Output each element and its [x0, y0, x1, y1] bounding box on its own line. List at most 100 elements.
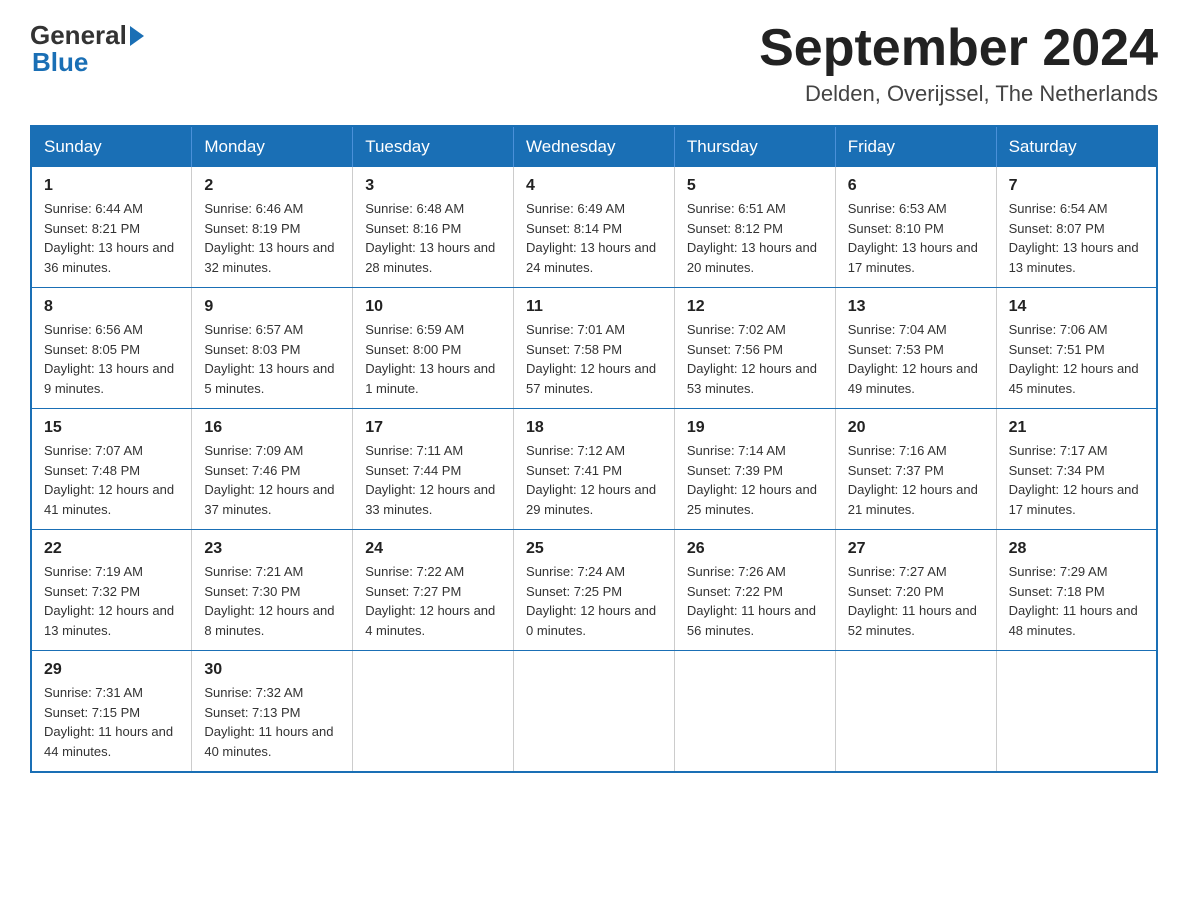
day-number: 26 [687, 540, 823, 558]
calendar-cell: 14 Sunrise: 7:06 AM Sunset: 7:51 PM Dayl… [996, 288, 1157, 409]
calendar-cell: 12 Sunrise: 7:02 AM Sunset: 7:56 PM Dayl… [674, 288, 835, 409]
day-info: Sunrise: 6:56 AM Sunset: 8:05 PM Dayligh… [44, 320, 179, 398]
calendar-week-row: 22 Sunrise: 7:19 AM Sunset: 7:32 PM Dayl… [31, 530, 1157, 651]
calendar-week-row: 29 Sunrise: 7:31 AM Sunset: 7:15 PM Dayl… [31, 651, 1157, 773]
day-number: 21 [1009, 419, 1144, 437]
day-info: Sunrise: 6:44 AM Sunset: 8:21 PM Dayligh… [44, 199, 179, 277]
calendar-cell: 28 Sunrise: 7:29 AM Sunset: 7:18 PM Dayl… [996, 530, 1157, 651]
column-header-sunday: Sunday [31, 126, 192, 167]
calendar-cell: 2 Sunrise: 6:46 AM Sunset: 8:19 PM Dayli… [192, 167, 353, 288]
calendar-cell: 4 Sunrise: 6:49 AM Sunset: 8:14 PM Dayli… [514, 167, 675, 288]
calendar-cell: 6 Sunrise: 6:53 AM Sunset: 8:10 PM Dayli… [835, 167, 996, 288]
column-header-tuesday: Tuesday [353, 126, 514, 167]
day-number: 18 [526, 419, 662, 437]
day-number: 9 [204, 298, 340, 316]
day-number: 4 [526, 177, 662, 195]
calendar-week-row: 8 Sunrise: 6:56 AM Sunset: 8:05 PM Dayli… [31, 288, 1157, 409]
day-number: 24 [365, 540, 501, 558]
calendar-cell: 3 Sunrise: 6:48 AM Sunset: 8:16 PM Dayli… [353, 167, 514, 288]
day-info: Sunrise: 7:19 AM Sunset: 7:32 PM Dayligh… [44, 562, 179, 640]
calendar-week-row: 1 Sunrise: 6:44 AM Sunset: 8:21 PM Dayli… [31, 167, 1157, 288]
calendar-header-row: SundayMondayTuesdayWednesdayThursdayFrid… [31, 126, 1157, 167]
calendar-cell: 13 Sunrise: 7:04 AM Sunset: 7:53 PM Dayl… [835, 288, 996, 409]
day-number: 17 [365, 419, 501, 437]
day-number: 15 [44, 419, 179, 437]
calendar-cell: 11 Sunrise: 7:01 AM Sunset: 7:58 PM Dayl… [514, 288, 675, 409]
day-number: 14 [1009, 298, 1144, 316]
calendar-cell [514, 651, 675, 773]
calendar-cell: 27 Sunrise: 7:27 AM Sunset: 7:20 PM Dayl… [835, 530, 996, 651]
day-number: 11 [526, 298, 662, 316]
day-info: Sunrise: 7:01 AM Sunset: 7:58 PM Dayligh… [526, 320, 662, 398]
day-info: Sunrise: 6:59 AM Sunset: 8:00 PM Dayligh… [365, 320, 501, 398]
day-number: 6 [848, 177, 984, 195]
calendar-cell: 30 Sunrise: 7:32 AM Sunset: 7:13 PM Dayl… [192, 651, 353, 773]
day-number: 10 [365, 298, 501, 316]
logo-blue-text: Blue [32, 47, 88, 77]
day-info: Sunrise: 7:09 AM Sunset: 7:46 PM Dayligh… [204, 441, 340, 519]
calendar-table: SundayMondayTuesdayWednesdayThursdayFrid… [30, 125, 1158, 773]
day-number: 20 [848, 419, 984, 437]
column-header-thursday: Thursday [674, 126, 835, 167]
day-info: Sunrise: 7:29 AM Sunset: 7:18 PM Dayligh… [1009, 562, 1144, 640]
calendar-title: September 2024 [759, 20, 1158, 77]
column-header-monday: Monday [192, 126, 353, 167]
day-info: Sunrise: 7:16 AM Sunset: 7:37 PM Dayligh… [848, 441, 984, 519]
calendar-cell: 18 Sunrise: 7:12 AM Sunset: 7:41 PM Dayl… [514, 409, 675, 530]
day-info: Sunrise: 7:26 AM Sunset: 7:22 PM Dayligh… [687, 562, 823, 640]
day-number: 27 [848, 540, 984, 558]
day-info: Sunrise: 7:31 AM Sunset: 7:15 PM Dayligh… [44, 683, 179, 761]
day-info: Sunrise: 6:48 AM Sunset: 8:16 PM Dayligh… [365, 199, 501, 277]
day-number: 3 [365, 177, 501, 195]
day-number: 5 [687, 177, 823, 195]
logo-triangle-icon [130, 26, 144, 46]
calendar-cell: 29 Sunrise: 7:31 AM Sunset: 7:15 PM Dayl… [31, 651, 192, 773]
day-info: Sunrise: 6:53 AM Sunset: 8:10 PM Dayligh… [848, 199, 984, 277]
day-number: 22 [44, 540, 179, 558]
day-number: 16 [204, 419, 340, 437]
calendar-cell: 16 Sunrise: 7:09 AM Sunset: 7:46 PM Dayl… [192, 409, 353, 530]
calendar-cell: 17 Sunrise: 7:11 AM Sunset: 7:44 PM Dayl… [353, 409, 514, 530]
day-info: Sunrise: 7:07 AM Sunset: 7:48 PM Dayligh… [44, 441, 179, 519]
day-info: Sunrise: 7:11 AM Sunset: 7:44 PM Dayligh… [365, 441, 501, 519]
calendar-cell: 10 Sunrise: 6:59 AM Sunset: 8:00 PM Dayl… [353, 288, 514, 409]
calendar-cell: 19 Sunrise: 7:14 AM Sunset: 7:39 PM Dayl… [674, 409, 835, 530]
column-header-saturday: Saturday [996, 126, 1157, 167]
calendar-cell: 20 Sunrise: 7:16 AM Sunset: 7:37 PM Dayl… [835, 409, 996, 530]
day-info: Sunrise: 7:06 AM Sunset: 7:51 PM Dayligh… [1009, 320, 1144, 398]
day-number: 8 [44, 298, 179, 316]
day-number: 13 [848, 298, 984, 316]
calendar-week-row: 15 Sunrise: 7:07 AM Sunset: 7:48 PM Dayl… [31, 409, 1157, 530]
calendar-cell [996, 651, 1157, 773]
calendar-cell: 24 Sunrise: 7:22 AM Sunset: 7:27 PM Dayl… [353, 530, 514, 651]
calendar-cell: 15 Sunrise: 7:07 AM Sunset: 7:48 PM Dayl… [31, 409, 192, 530]
day-info: Sunrise: 7:04 AM Sunset: 7:53 PM Dayligh… [848, 320, 984, 398]
day-info: Sunrise: 7:17 AM Sunset: 7:34 PM Dayligh… [1009, 441, 1144, 519]
column-header-friday: Friday [835, 126, 996, 167]
day-info: Sunrise: 6:51 AM Sunset: 8:12 PM Dayligh… [687, 199, 823, 277]
day-number: 1 [44, 177, 179, 195]
day-info: Sunrise: 7:27 AM Sunset: 7:20 PM Dayligh… [848, 562, 984, 640]
day-number: 19 [687, 419, 823, 437]
day-info: Sunrise: 7:12 AM Sunset: 7:41 PM Dayligh… [526, 441, 662, 519]
day-info: Sunrise: 7:21 AM Sunset: 7:30 PM Dayligh… [204, 562, 340, 640]
calendar-cell: 1 Sunrise: 6:44 AM Sunset: 8:21 PM Dayli… [31, 167, 192, 288]
calendar-cell: 9 Sunrise: 6:57 AM Sunset: 8:03 PM Dayli… [192, 288, 353, 409]
calendar-cell: 23 Sunrise: 7:21 AM Sunset: 7:30 PM Dayl… [192, 530, 353, 651]
day-info: Sunrise: 6:57 AM Sunset: 8:03 PM Dayligh… [204, 320, 340, 398]
calendar-cell: 21 Sunrise: 7:17 AM Sunset: 7:34 PM Dayl… [996, 409, 1157, 530]
day-info: Sunrise: 7:32 AM Sunset: 7:13 PM Dayligh… [204, 683, 340, 761]
calendar-subtitle: Delden, Overijssel, The Netherlands [759, 81, 1158, 107]
calendar-cell [353, 651, 514, 773]
calendar-cell: 5 Sunrise: 6:51 AM Sunset: 8:12 PM Dayli… [674, 167, 835, 288]
day-info: Sunrise: 6:46 AM Sunset: 8:19 PM Dayligh… [204, 199, 340, 277]
day-number: 2 [204, 177, 340, 195]
day-number: 25 [526, 540, 662, 558]
day-number: 29 [44, 661, 179, 679]
day-number: 7 [1009, 177, 1144, 195]
calendar-cell: 25 Sunrise: 7:24 AM Sunset: 7:25 PM Dayl… [514, 530, 675, 651]
day-number: 23 [204, 540, 340, 558]
column-header-wednesday: Wednesday [514, 126, 675, 167]
title-area: September 2024 Delden, Overijssel, The N… [759, 20, 1158, 107]
calendar-cell [835, 651, 996, 773]
